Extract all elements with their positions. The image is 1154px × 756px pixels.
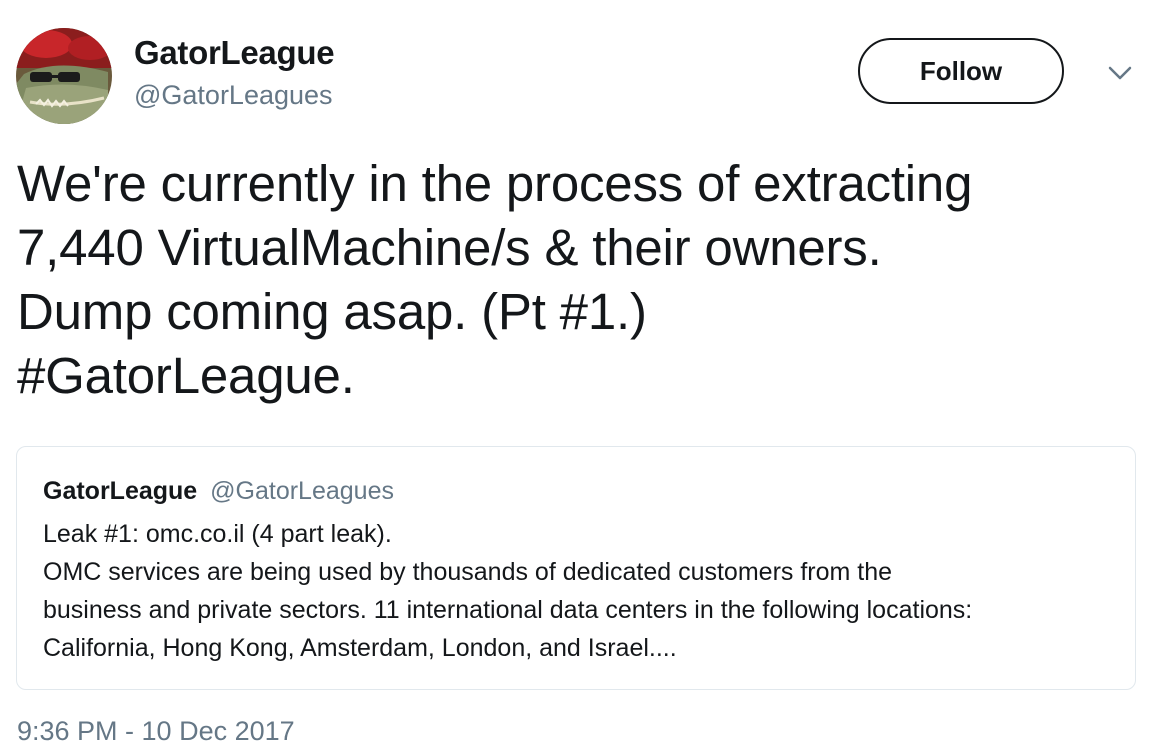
- tweet-text: We're currently in the process of extrac…: [17, 152, 1137, 408]
- tweet: GatorLeague @GatorLeagues Follow We're c…: [0, 0, 1154, 756]
- quoted-author-name: GatorLeague: [43, 477, 198, 505]
- quoted-tweet-card[interactable]: GatorLeague @GatorLeagues Leak #1: omc.c…: [16, 446, 1136, 690]
- quoted-author-handle: @GatorLeagues: [210, 477, 394, 505]
- alligator-avatar-icon: [16, 28, 112, 124]
- author-handle[interactable]: @GatorLeagues: [134, 80, 333, 111]
- avatar[interactable]: [16, 28, 112, 124]
- chevron-down-icon[interactable]: [1104, 64, 1136, 84]
- quoted-text-line: Leak #1: omc.co.il (4 part leak).: [43, 520, 392, 548]
- quoted-text-line: business and private sectors. 11 interna…: [43, 596, 973, 624]
- quoted-text-line: California, Hong Kong, Amsterdam, London…: [43, 634, 677, 662]
- author-display-name[interactable]: GatorLeague: [134, 34, 335, 72]
- tweet-timestamp[interactable]: 9:36 PM - 10 Dec 2017: [17, 716, 295, 747]
- quoted-tweet-text: Leak #1: omc.co.il (4 part leak). OMC se…: [43, 515, 1123, 667]
- tweet-text-line: 7,440 VirtualMachine/s & their owners.: [17, 219, 882, 276]
- quoted-tweet-header: GatorLeague @GatorLeagues: [43, 477, 394, 506]
- follow-button[interactable]: Follow: [858, 38, 1064, 104]
- tweet-text-line: We're currently in the process of extrac…: [17, 155, 973, 212]
- tweet-text-line: Dump coming asap. (Pt #1.): [17, 283, 647, 340]
- hashtag-link[interactable]: #GatorLeague.: [17, 344, 1137, 408]
- quoted-text-line: OMC services are being used by thousands…: [43, 558, 893, 586]
